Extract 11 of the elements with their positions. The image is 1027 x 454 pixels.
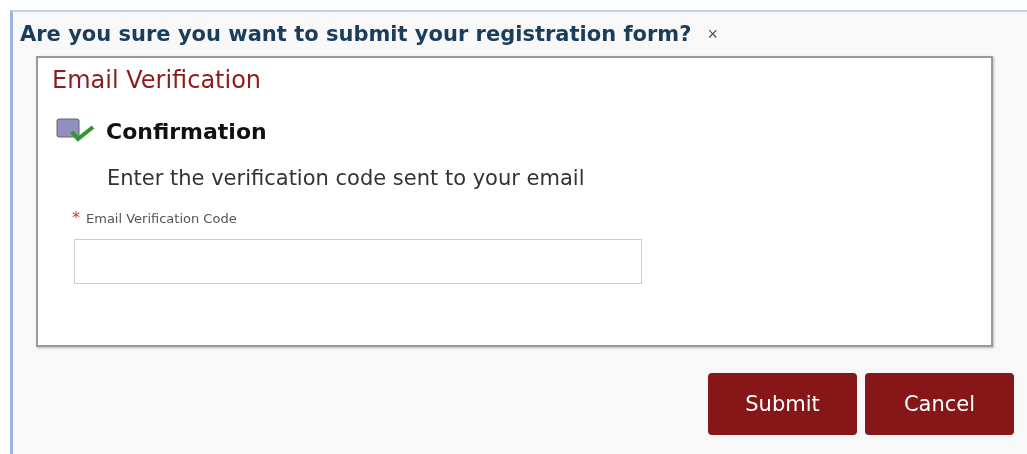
cancel-button[interactable]: Cancel (865, 373, 1014, 435)
panel-title: Email Verification (52, 66, 263, 94)
section-heading: Confirmation (106, 118, 267, 144)
checkmark-document-icon (56, 118, 96, 144)
required-mark: * (72, 208, 80, 227)
instruction-text: Enter the verification code sent to your email (107, 166, 586, 190)
dialog-title: Are you sure you want to submit your registration form? (20, 22, 692, 46)
submit-button[interactable]: Submit (708, 373, 857, 435)
field-label: Email Verification Code (86, 211, 237, 226)
input-field[interactable] (74, 239, 642, 284)
close-button[interactable]: × (703, 23, 722, 45)
